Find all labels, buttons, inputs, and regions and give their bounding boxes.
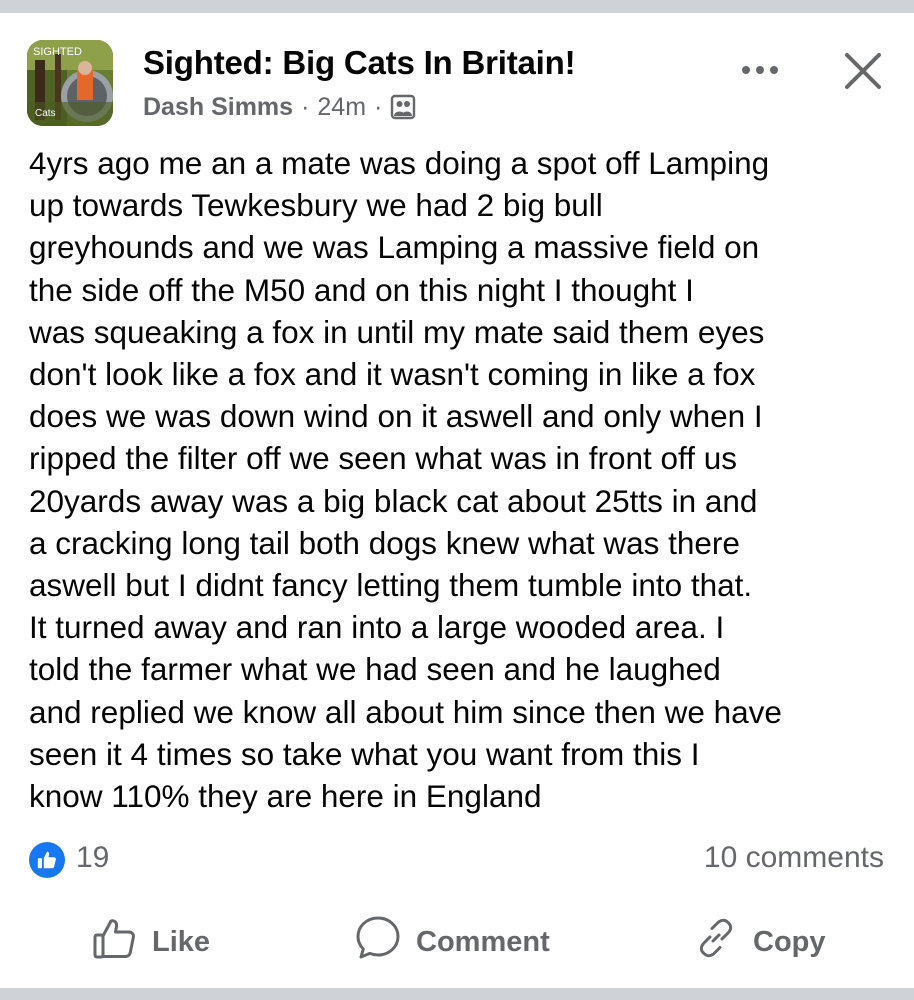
post-text: 4yrs ago me an a mate was doing a spot o… (29, 145, 782, 815)
group-icon (390, 94, 416, 120)
action-bar: Like Comment Copy (0, 912, 914, 972)
avatar-logo-text-bottom: Cats (35, 108, 56, 119)
bottom-divider (0, 988, 914, 1000)
thumbs-up-badge-icon (37, 851, 56, 869)
like-button[interactable]: Like (92, 912, 210, 972)
comment-button[interactable]: Comment (354, 912, 550, 972)
copy-label: Copy (753, 925, 826, 958)
group-avatar-image: SIGHTED Cats (27, 40, 113, 126)
meta-separator: · (301, 92, 310, 121)
comment-count[interactable]: 10 comments (704, 841, 884, 875)
link-icon (693, 915, 739, 969)
post-header: SIGHTED Cats Sighted: Big Cats In Britai… (0, 13, 914, 138)
like-label: Like (152, 925, 211, 958)
copy-link-button[interactable]: Copy (693, 912, 826, 972)
meta-separator-2: · (374, 92, 383, 121)
comment-bubble-icon (354, 914, 402, 970)
top-divider (0, 0, 914, 13)
thumbs-up-icon (92, 915, 138, 969)
avatar-logo-text: SIGHTED (33, 46, 82, 58)
post-meta: Dash Simms · 24m · (143, 91, 416, 123)
close-icon (845, 53, 881, 89)
close-button[interactable] (838, 46, 888, 96)
more-options-button[interactable] (733, 55, 787, 85)
group-avatar[interactable]: SIGHTED Cats (27, 40, 113, 126)
like-count[interactable]: 19 (76, 841, 109, 875)
author-name[interactable]: Dash Simms (143, 93, 293, 122)
post-time[interactable]: 24m (317, 93, 366, 122)
like-reaction-badge[interactable] (29, 842, 65, 878)
more-horizontal-icon (742, 66, 778, 74)
comment-label: Comment (416, 925, 550, 958)
group-name[interactable]: Sighted: Big Cats In Britain! (143, 44, 576, 82)
post-stats: 19 10 comments (0, 838, 914, 882)
